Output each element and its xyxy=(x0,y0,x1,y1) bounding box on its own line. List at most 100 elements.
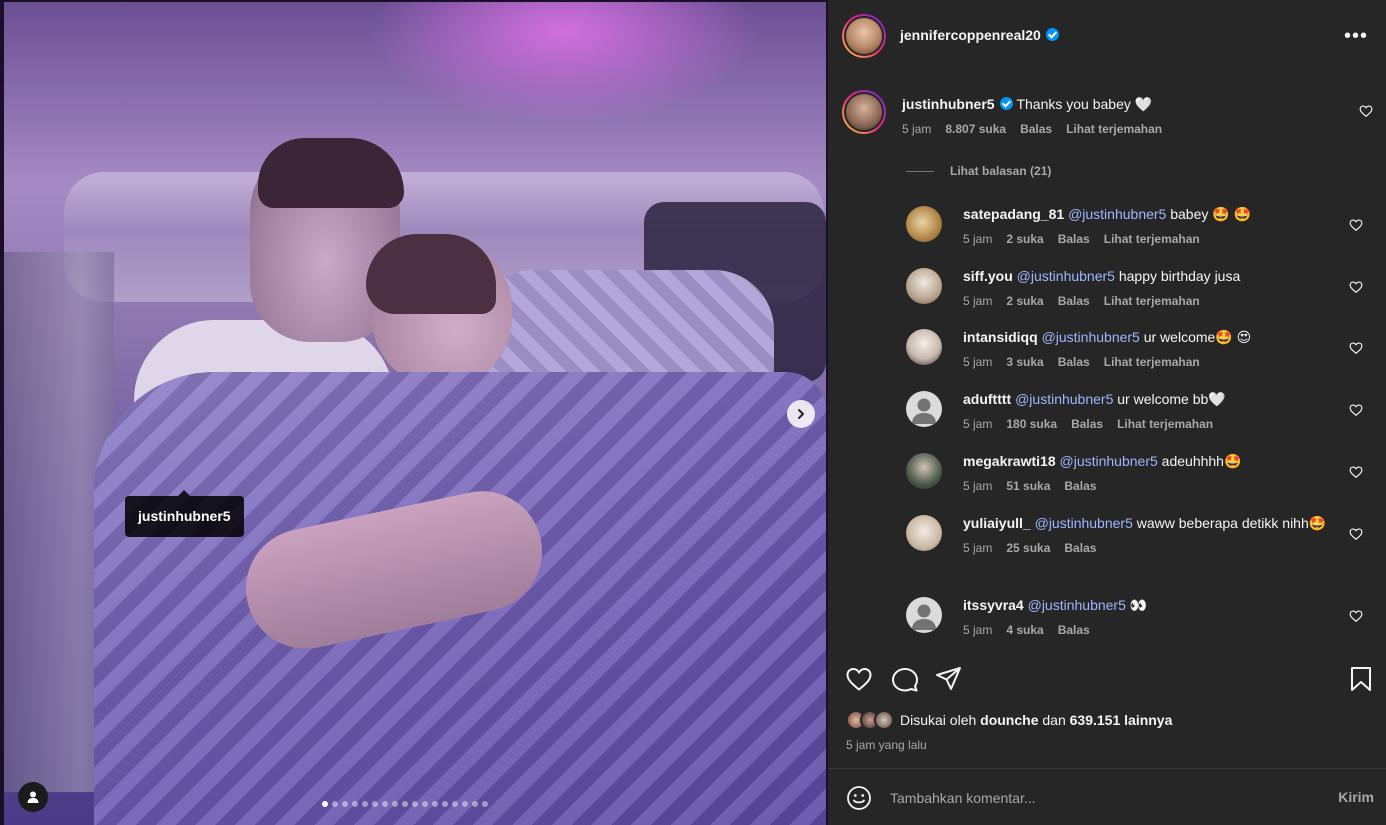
reply-button[interactable]: Balas xyxy=(1058,623,1090,637)
liked-by-text[interactable]: Disukai oleh dounche dan 639.151 lainnya xyxy=(900,712,1172,728)
translate-button[interactable]: Lihat terjemahan xyxy=(1104,355,1200,369)
heart-icon[interactable] xyxy=(1349,609,1363,623)
comment-username[interactable]: itssyvra4 xyxy=(963,597,1024,613)
paper-plane-icon[interactable] xyxy=(934,664,964,694)
comment-mention[interactable]: @justinhubner5 xyxy=(1042,329,1140,345)
reply-button[interactable]: Balas xyxy=(1020,122,1052,136)
heart-icon[interactable] xyxy=(1349,465,1363,479)
comment-mention[interactable]: @justinhubner5 xyxy=(1017,268,1115,284)
reply-button[interactable]: Balas xyxy=(1071,417,1103,431)
emoji-icon[interactable] xyxy=(846,785,872,811)
liker-avatar[interactable] xyxy=(874,710,894,730)
comment-username[interactable]: intansidiqq xyxy=(963,329,1038,345)
comment-body: adeuhhhh🤩 xyxy=(1161,453,1242,469)
carousel-dot xyxy=(322,801,328,807)
carousel-dot xyxy=(432,801,438,807)
liked-by-user[interactable]: dounche xyxy=(980,712,1038,728)
comment-mention[interactable]: @justinhubner5 xyxy=(1015,391,1113,407)
commenter-avatar[interactable] xyxy=(906,453,942,489)
heart-icon[interactable] xyxy=(1349,341,1363,355)
comment-likes[interactable]: 2 suka xyxy=(1006,232,1043,246)
author-avatar[interactable] xyxy=(842,14,886,58)
comment-time[interactable]: 5 jam xyxy=(963,294,992,308)
comment-likes[interactable]: 2 suka xyxy=(1006,294,1043,308)
comment-time[interactable]: 5 jam xyxy=(963,541,992,555)
view-replies-button[interactable]: Lihat balasan (21) xyxy=(906,164,1051,178)
comment-time[interactable]: 5 jam xyxy=(902,122,931,136)
comment-likes[interactable]: 51 suka xyxy=(1006,479,1050,493)
commenter-avatar[interactable] xyxy=(906,597,942,633)
reply-button[interactable]: Balas xyxy=(1064,541,1096,555)
commenter-avatar[interactable] xyxy=(906,515,942,551)
comment-mention[interactable]: @justinhubner5 xyxy=(1035,515,1133,531)
comment-mention[interactable]: @justinhubner5 xyxy=(1028,597,1126,613)
post-side-panel: jennifercoppenreal20 ••• justinhubner5 T… xyxy=(828,0,1386,825)
comment-likes[interactable]: 8.807 suka xyxy=(945,122,1006,136)
likes-count[interactable]: 639.151 lainnya xyxy=(1070,712,1173,728)
comment-text-row: satepadang_81 @justinhubner5 babey 🤩 🤩 xyxy=(963,204,1343,224)
liked-by-prefix: Disukai oleh xyxy=(900,712,977,728)
show-tags-button[interactable] xyxy=(18,782,48,812)
carousel-dot xyxy=(372,801,378,807)
author-name-row[interactable]: jennifercoppenreal20 xyxy=(900,27,1059,43)
user-tag-icon xyxy=(27,791,39,803)
translate-button[interactable]: Lihat terjemahan xyxy=(1104,294,1200,308)
photo-man-hair xyxy=(258,138,404,208)
translate-button[interactable]: Lihat terjemahan xyxy=(1104,232,1200,246)
post-media[interactable]: justinhubner5 xyxy=(0,0,828,825)
photo-user-tag[interactable]: justinhubner5 xyxy=(125,490,244,537)
comment-body: 👀 xyxy=(1129,597,1148,613)
comment-input[interactable] xyxy=(890,787,1310,809)
comment-time[interactable]: 5 jam xyxy=(963,623,992,637)
comment-mention[interactable]: @justinhubner5 xyxy=(1060,453,1158,469)
bookmark-icon[interactable] xyxy=(1346,664,1376,694)
comment-time[interactable]: 5 jam xyxy=(963,479,992,493)
comment-username[interactable]: siff.you xyxy=(963,268,1013,284)
default-avatar-icon xyxy=(912,398,936,424)
comment-icon[interactable] xyxy=(890,664,920,694)
reply-button[interactable]: Balas xyxy=(1058,355,1090,369)
comment-username[interactable]: yuliaiyull_ xyxy=(963,515,1031,531)
comment-text-row: intansidiqq @justinhubner5 ur welcome🤩 😍 xyxy=(963,327,1343,347)
comment-username[interactable]: megakrawti18 xyxy=(963,453,1056,469)
commenter-avatar[interactable] xyxy=(906,329,942,365)
carousel-next-button[interactable] xyxy=(787,400,815,428)
comment-username[interactable]: satepadang_81 xyxy=(963,206,1064,222)
author-username[interactable]: jennifercoppenreal20 xyxy=(900,27,1041,43)
comment-likes[interactable]: 3 suka xyxy=(1006,355,1043,369)
comment-likes[interactable]: 4 suka xyxy=(1006,623,1043,637)
comment-likes[interactable]: 25 suka xyxy=(1006,541,1050,555)
commenter-avatar[interactable] xyxy=(906,268,942,304)
photo-woman-hair xyxy=(366,234,496,314)
commenter-avatar[interactable] xyxy=(842,90,886,134)
heart-icon[interactable] xyxy=(1359,104,1373,118)
heart-icon[interactable] xyxy=(1349,280,1363,294)
translate-button[interactable]: Lihat terjemahan xyxy=(1066,122,1162,136)
commenter-avatar[interactable] xyxy=(906,206,942,242)
translate-button[interactable]: Lihat terjemahan xyxy=(1117,417,1213,431)
carousel-dot xyxy=(402,801,408,807)
more-options-button[interactable]: ••• xyxy=(1344,26,1368,46)
comment-likes[interactable]: 180 suka xyxy=(1006,417,1057,431)
commenter-avatar[interactable] xyxy=(906,391,942,427)
post-comment-button[interactable]: Kirim xyxy=(1338,789,1374,805)
heart-icon[interactable] xyxy=(844,664,874,694)
reply-button[interactable]: Balas xyxy=(1064,479,1096,493)
post-time[interactable]: 5 jam yang lalu xyxy=(846,738,927,752)
heart-icon[interactable] xyxy=(1349,218,1363,232)
comment-time[interactable]: 5 jam xyxy=(963,417,992,431)
reply-button[interactable]: Balas xyxy=(1058,232,1090,246)
reply-button[interactable]: Balas xyxy=(1058,294,1090,308)
comment-username[interactable]: justinhubner5 xyxy=(902,96,995,112)
carousel-dot xyxy=(352,801,358,807)
comment-username[interactable]: aduftttt xyxy=(963,391,1011,407)
comment-time[interactable]: 5 jam xyxy=(963,355,992,369)
heart-icon[interactable] xyxy=(1349,403,1363,417)
comment-time[interactable]: 5 jam xyxy=(963,232,992,246)
comment-text-row: yuliaiyull_ @justinhubner5 waww beberapa… xyxy=(963,513,1343,533)
comment-body: babey 🤩 🤩 xyxy=(1170,206,1252,222)
comment-text-row: justinhubner5 Thanks you babey 🤍 xyxy=(902,94,1342,114)
comment-mention[interactable]: @justinhubner5 xyxy=(1068,206,1166,222)
comment-body: waww beberapa detikk nihh🤩 xyxy=(1136,515,1327,531)
heart-icon[interactable] xyxy=(1349,527,1363,541)
